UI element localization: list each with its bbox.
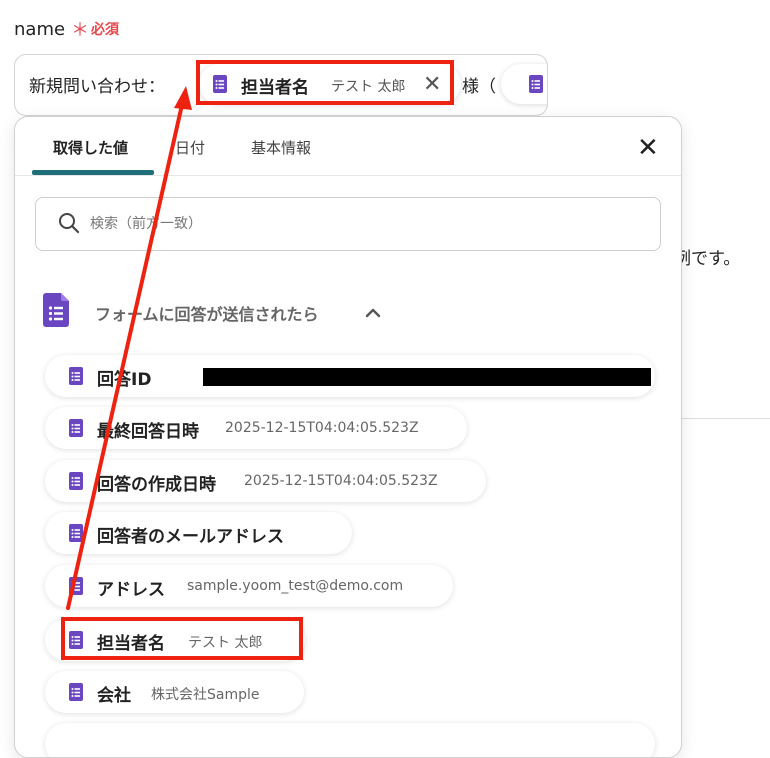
field-label: name ＊ 必須 xyxy=(14,16,119,42)
background-divider xyxy=(680,418,770,419)
item-label: 回答ID xyxy=(97,370,152,390)
forms-doc-icon xyxy=(69,419,83,441)
item-label: 最終回答日時 xyxy=(97,422,199,442)
close-icon[interactable]: ✕ xyxy=(637,135,659,161)
item-label: 回答者のメールアドレス xyxy=(97,527,284,547)
search-icon xyxy=(58,212,80,238)
forms-doc-icon xyxy=(69,524,83,546)
variable-chip-partial[interactable] xyxy=(501,64,547,104)
forms-doc-icon xyxy=(69,472,83,494)
active-tab-indicator xyxy=(32,170,154,175)
item-label: 回答の作成日時 xyxy=(97,475,216,495)
input-suffix-text: 様（ xyxy=(462,77,496,97)
search-input[interactable] xyxy=(88,210,632,238)
dropdown-tabs: 取得した値 日付 基本情報 ✕ xyxy=(15,117,681,176)
google-forms-icon xyxy=(43,293,69,331)
list-item[interactable]: 最終回答日時 2025-12-15T04:04:05.523Z xyxy=(45,407,467,449)
input-prefix-text: 新規問い合わせ： xyxy=(29,77,165,97)
tab-acquired-values[interactable]: 取得した値 xyxy=(53,137,128,158)
variable-dropdown: 取得した値 日付 基本情報 ✕ フォームに回答が送信されたら 回答ID 最終回答… xyxy=(14,116,682,758)
field-name: name xyxy=(14,18,66,40)
forms-doc-icon xyxy=(69,683,83,705)
list-item[interactable]: 回答者のメールアドレス xyxy=(45,512,352,554)
group-label: フォームに回答が送信されたら xyxy=(95,305,319,324)
required-text: 必須 xyxy=(91,22,120,38)
group-header[interactable]: フォームに回答が送信されたら xyxy=(43,293,443,329)
list-item[interactable]: アドレス sample.yoom_test@demo.com xyxy=(45,565,453,607)
chevron-up-icon[interactable] xyxy=(365,303,381,322)
item-label: 会社 xyxy=(97,686,131,706)
background-text: 例です。 xyxy=(674,249,741,269)
list-item[interactable]: 会社 株式会社Sample xyxy=(45,671,304,713)
tab-date[interactable]: 日付 xyxy=(175,137,205,158)
search-box[interactable] xyxy=(35,197,661,251)
item-value: sample.yoom_test@demo.com xyxy=(187,578,404,594)
list-item[interactable]: 回答の作成日時 2025-12-15T04:04:05.523Z xyxy=(45,460,486,502)
tab-basic-info[interactable]: 基本情報 xyxy=(251,137,311,158)
redacted-value xyxy=(203,368,651,386)
forms-doc-icon xyxy=(69,367,83,389)
highlight-box-list-item xyxy=(61,617,303,660)
item-value: 株式会社Sample xyxy=(151,687,260,703)
highlight-box-input-chip xyxy=(196,60,454,105)
item-label: アドレス xyxy=(97,580,165,600)
list-item[interactable] xyxy=(45,723,655,757)
item-value: 2025-12-15T04:04:05.523Z xyxy=(244,473,438,489)
list-item[interactable]: 回答ID xyxy=(45,355,655,397)
forms-doc-icon xyxy=(69,577,83,599)
required-star: ＊ xyxy=(71,20,90,41)
forms-doc-icon xyxy=(529,75,543,97)
item-value: 2025-12-15T04:04:05.523Z xyxy=(225,420,419,436)
